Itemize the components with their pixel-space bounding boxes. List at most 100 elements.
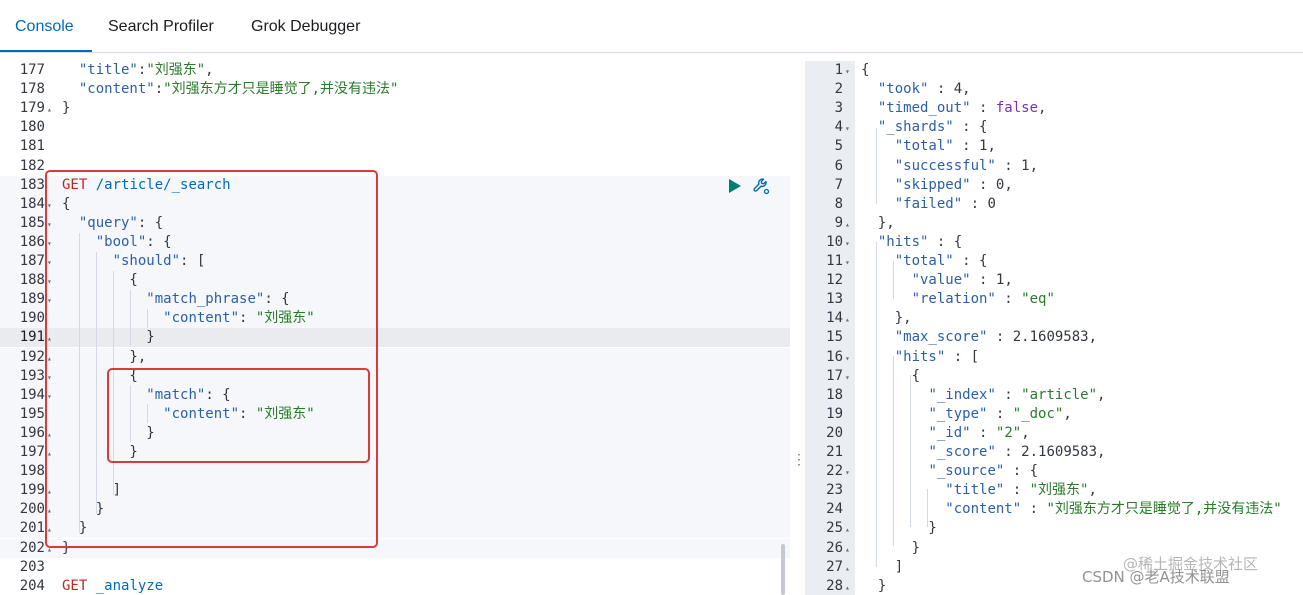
request-line[interactable]: 204 GET _analyze [0,577,790,595]
fold-close-icon[interactable]: ▴ [845,559,850,578]
request-line[interactable]: 198 [0,462,790,482]
request-line[interactable]: 184 ▾ { [0,194,790,215]
tab-grok-debugger[interactable]: Grok Debugger [251,0,360,52]
fold-open-icon[interactable]: ▾ [47,215,52,234]
request-line[interactable]: 194 ▾ "match": { [0,385,790,406]
response-line[interactable]: 21 "_score" : 2.1609583, [805,443,1303,462]
response-line[interactable]: 19 "_type" : "_doc", [805,405,1303,424]
request-editor[interactable]: 177 "title":"刘强东", 178 "content":"刘强东方才只是… [0,61,790,595]
request-line[interactable]: 186 ▾ "bool": { [0,232,790,253]
fold-close-icon[interactable]: ▴ [47,444,52,463]
response-line[interactable]: 8 "failed" : 0 [805,195,1303,214]
response-line[interactable]: 1 ▾ { [805,61,1303,80]
tab-console[interactable]: Console [15,0,74,52]
request-line[interactable]: 178 "content":"刘强东方才只是睡觉了,并没有违法" [0,80,790,99]
request-line[interactable]: 182 [0,157,790,176]
indent-guide [130,385,131,442]
request-line[interactable]: 180 [0,118,790,137]
fold-open-icon[interactable]: ▾ [47,234,52,253]
response-line[interactable]: 3 "timed_out" : false, [805,99,1303,118]
request-line[interactable]: 196 ▴ } [0,423,790,444]
request-line[interactable]: 202 ▴} [0,538,790,559]
drag-handle-icon[interactable]: ⋮ [792,452,806,479]
fold-open-icon[interactable]: ▾ [845,234,850,253]
response-line[interactable]: 13 "relation" : "eq" [805,290,1303,309]
request-line[interactable]: 181 [0,137,790,156]
request-line[interactable]: 199 ▴ ] [0,481,790,501]
response-line[interactable]: 18 "_index" : "article", [805,386,1303,405]
wrench-icon[interactable] [752,177,770,195]
fold-open-icon[interactable]: ▾ [845,368,850,387]
response-line[interactable]: 7 "skipped" : 0, [805,176,1303,195]
fold-close-icon[interactable]: ▴ [845,310,850,329]
fold-open-icon[interactable]: ▾ [47,253,52,272]
request-line[interactable]: 189 ▾ "match_phrase": { [0,290,790,310]
code-text: "title" : "刘强东", [945,482,1097,499]
fold-open-icon[interactable]: ▾ [845,253,850,272]
fold-close-icon[interactable]: ▴ [47,425,52,444]
response-line[interactable]: 17 ▾ { [805,367,1303,386]
tab-search-profiler[interactable]: Search Profiler [108,0,214,52]
fold-open-icon[interactable]: ▾ [845,62,850,81]
fold-close-icon[interactable]: ▴ [47,540,52,559]
request-scrollbar[interactable] [781,544,785,595]
response-line[interactable]: 15 "max_score" : 2.1609583, [805,328,1303,347]
request-line[interactable]: 191 ▴ } [0,328,790,348]
request-line[interactable]: 200 ▴ } [0,500,790,520]
request-line[interactable]: 185 ▾ "query": { [0,213,790,234]
fold-open-icon[interactable]: ▾ [47,196,52,215]
response-line[interactable]: 14 ▴ }, [805,309,1303,328]
fold-close-icon[interactable]: ▴ [47,100,52,119]
line-number: 192 [19,348,45,365]
request-line[interactable]: 197 ▴ } [0,443,790,462]
fold-open-icon[interactable]: ▾ [47,272,52,291]
fold-close-icon[interactable]: ▴ [47,501,52,520]
request-line[interactable]: 193 ▾ { [0,366,790,387]
request-line[interactable]: 203 [0,558,790,577]
code-text: { [861,62,870,78]
fold-close-icon[interactable]: ▴ [845,578,850,595]
fold-close-icon[interactable]: ▴ [47,329,52,348]
code-text: "_score" : 2.1609583, [928,444,1106,460]
fold-open-icon[interactable]: ▾ [845,463,850,482]
request-line[interactable]: 183 GET /article/_search [0,175,790,195]
line-number: 197 [19,444,45,460]
request-line[interactable]: 192 ▴ }, [0,347,790,368]
request-line[interactable]: 179 ▴} [0,99,790,118]
fold-close-icon[interactable]: ▴ [845,215,850,234]
fold-close-icon[interactable]: ▴ [47,349,52,368]
response-line[interactable]: 6 "successful" : 1, [805,157,1303,176]
response-line[interactable]: 11 ▾ "total" : { [805,252,1303,271]
response-line[interactable]: 2 "took" : 4, [805,80,1303,99]
fold-open-icon[interactable]: ▾ [47,387,52,406]
fold-open-icon[interactable]: ▾ [845,119,850,138]
response-line[interactable]: 20 "_id" : "2", [805,424,1303,443]
fold-open-icon[interactable]: ▾ [47,291,52,310]
request-line[interactable]: 201 ▴ } [0,519,790,539]
code-text: } [62,424,155,441]
fold-close-icon[interactable]: ▴ [845,520,850,539]
response-line[interactable]: 24 "content" : "刘强东方才只是睡觉了,并没有违法" [805,500,1303,519]
response-line[interactable]: 16 ▾ "hits" : [ [805,348,1303,367]
response-line[interactable]: 12 "value" : 1, [805,271,1303,290]
response-line[interactable]: 25 ▴ } [805,519,1303,538]
request-line[interactable]: 187 ▾ "should": [ [0,252,790,271]
response-line[interactable]: 4 ▾ "_shards" : { [805,118,1303,137]
response-line[interactable]: 5 "total" : 1, [805,137,1303,156]
request-line[interactable]: 190 "content": "刘强东" [0,309,790,329]
response-line[interactable]: 22 ▾ "_source" : { [805,462,1303,481]
response-line[interactable]: 10 ▾ "hits" : { [805,233,1303,252]
fold-open-icon[interactable]: ▾ [845,349,850,368]
indent-guide [113,271,114,495]
fold-close-icon[interactable]: ▴ [47,482,52,501]
fold-close-icon[interactable]: ▴ [845,540,850,559]
fold-open-icon[interactable]: ▾ [47,368,52,387]
response-line[interactable]: 23 "title" : "刘强东", [805,481,1303,500]
fold-close-icon[interactable]: ▴ [47,520,52,539]
request-line[interactable]: 195 "content": "刘强东" [0,404,790,424]
play-icon[interactable] [728,178,742,194]
request-line[interactable]: 188 ▾ { [0,271,790,291]
response-line[interactable]: 9 ▴ }, [805,214,1303,233]
response-viewer[interactable]: 1 ▾{2 "took" : 4, 3 "timed_out" : false, 4 ▾… [805,61,1303,595]
request-line[interactable]: 177 "title":"刘强东", [0,61,790,80]
